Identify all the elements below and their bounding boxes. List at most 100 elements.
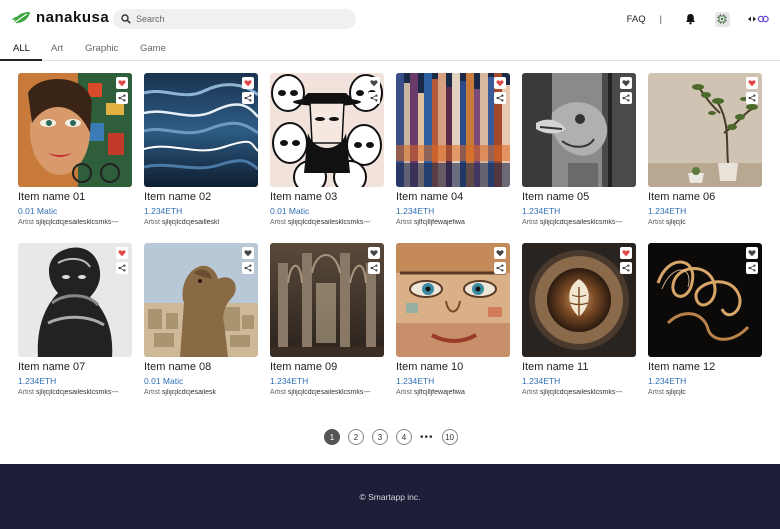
like-icon[interactable] xyxy=(242,77,254,89)
like-icon[interactable] xyxy=(368,247,380,259)
artist-name[interactable]: sjlijcjlcdcjesailesk xyxy=(162,389,216,396)
item-name[interactable]: Item name 08 xyxy=(144,361,211,373)
share-icon[interactable] xyxy=(242,262,254,274)
like-icon[interactable] xyxy=(494,247,506,259)
wallet-link-icon[interactable] xyxy=(746,9,770,29)
tab-all[interactable]: ALL xyxy=(13,43,30,54)
item-thumbnail[interactable] xyxy=(522,243,636,357)
bell-icon[interactable] xyxy=(680,9,700,29)
tab-game[interactable]: Game xyxy=(140,43,166,54)
item-name[interactable]: Item name 03 xyxy=(270,191,337,203)
item-card[interactable]: Item name 08 0.01 Matic Artist sjlijcjlc… xyxy=(144,243,258,413)
item-artist: Artist sjlijcjlcdcjesailesklcsmks--- xyxy=(270,219,388,226)
item-thumbnail[interactable] xyxy=(648,73,762,187)
item-name[interactable]: Item name 05 xyxy=(522,191,589,203)
artist-name[interactable]: sjlijcjlc xyxy=(666,219,686,226)
search-input[interactable] xyxy=(136,14,336,24)
item-name[interactable]: Item name 01 xyxy=(18,191,85,203)
like-icon[interactable] xyxy=(746,77,758,89)
like-icon[interactable] xyxy=(620,247,632,259)
item-card[interactable]: Item name 09 1.234ETH Artist sjlijcjlcdc… xyxy=(270,243,384,413)
page-button-4[interactable]: 4 xyxy=(396,429,412,445)
chip-icon[interactable] xyxy=(712,9,732,29)
item-card[interactable]: Item name 11 1.234ETH Artist sjlijcjlcdc… xyxy=(522,243,636,413)
share-icon[interactable] xyxy=(368,262,380,274)
artist-label: Artist xyxy=(396,389,412,396)
item-card[interactable]: Item name 05 1.234ETH Artist sjlijcjlcdc… xyxy=(522,73,636,243)
share-icon[interactable] xyxy=(368,92,380,104)
item-name[interactable]: Item name 09 xyxy=(270,361,337,373)
artist-name[interactable]: sjlijcjlcdcjesailesklcsmks--- xyxy=(540,389,622,396)
item-thumbnail[interactable] xyxy=(144,243,258,357)
item-thumbnail[interactable] xyxy=(270,243,384,357)
page-button-2[interactable]: 2 xyxy=(348,429,364,445)
item-price: 0.01 Matic xyxy=(270,206,310,216)
page-button-1[interactable]: 1 xyxy=(324,429,340,445)
item-name[interactable]: Item name 07 xyxy=(18,361,85,373)
share-icon[interactable] xyxy=(242,92,254,104)
item-thumbnail[interactable] xyxy=(144,73,258,187)
item-card[interactable]: Item name 07 1.234ETH Artist sjlijcjlcdc… xyxy=(18,243,132,413)
like-icon[interactable] xyxy=(494,77,506,89)
share-icon[interactable] xyxy=(746,262,758,274)
item-thumbnail[interactable] xyxy=(18,243,132,357)
item-name[interactable]: Item name 11 xyxy=(522,361,588,373)
artist-name[interactable]: sjlijcjlcdcjesailesklcsmks--- xyxy=(540,219,622,226)
item-thumbnail[interactable] xyxy=(396,73,510,187)
share-icon[interactable] xyxy=(116,92,128,104)
artist-name[interactable]: sjlijcjlcdcjesailesklcsmks--- xyxy=(288,219,370,226)
faq-link[interactable]: FAQ xyxy=(627,14,646,25)
artist-name[interactable]: sjlijcjlcdcjesailesklcsmks--- xyxy=(288,389,370,396)
artist-name[interactable]: sjlijcjlcdcjesailleskl xyxy=(162,219,219,226)
item-card[interactable]: Item name 01 0.01 Matic Artist sjlijcjlc… xyxy=(18,73,132,243)
item-name[interactable]: Item name 06 xyxy=(648,191,715,203)
item-name[interactable]: Item name 12 xyxy=(648,361,715,373)
like-icon[interactable] xyxy=(116,77,128,89)
item-name[interactable]: Item name 04 xyxy=(396,191,463,203)
artist-name[interactable]: sjlfcjlljfewajefiwa xyxy=(414,219,465,226)
artist-name[interactable]: sjlijcjlcdcjesailesklcsmks--- xyxy=(36,219,118,226)
item-thumbnail[interactable] xyxy=(18,73,132,187)
artist-label: Artist xyxy=(18,219,34,226)
item-card[interactable]: Item name 04 1.234ETH Artist sjlfcjlljfe… xyxy=(396,73,510,243)
artist-label: Artist xyxy=(396,219,412,226)
share-icon[interactable] xyxy=(620,262,632,274)
like-icon[interactable] xyxy=(620,77,632,89)
item-price: 1.234ETH xyxy=(396,206,435,216)
tab-art[interactable]: Art xyxy=(51,43,63,54)
brand-logo[interactable]: nanakusa xyxy=(12,9,109,26)
item-card[interactable]: Item name 12 1.234ETH Artist sjlijcjlc xyxy=(648,243,762,413)
artist-name[interactable]: sjlijcjlcdcjesailesklcsmks--- xyxy=(36,389,118,396)
like-icon[interactable] xyxy=(116,247,128,259)
item-price: 1.234ETH xyxy=(18,376,57,386)
share-icon[interactable] xyxy=(494,262,506,274)
pagination: 1 2 3 4 ••• 10 xyxy=(324,429,466,445)
artist-name[interactable]: sjlfcjlljfewajefiwa xyxy=(414,389,465,396)
item-name[interactable]: Item name 02 xyxy=(144,191,211,203)
share-icon[interactable] xyxy=(620,92,632,104)
item-card[interactable]: Item name 06 1.234ETH Artist sjlijcjlc xyxy=(648,73,762,243)
share-icon[interactable] xyxy=(116,262,128,274)
item-grid: Item name 01 0.01 Matic Artist sjlijcjlc… xyxy=(18,73,762,413)
item-thumbnail[interactable] xyxy=(522,73,636,187)
like-icon[interactable] xyxy=(746,247,758,259)
like-icon[interactable] xyxy=(242,247,254,259)
page-button-3[interactable]: 3 xyxy=(372,429,388,445)
item-thumbnail[interactable] xyxy=(270,73,384,187)
item-name[interactable]: Item name 10 xyxy=(396,361,463,373)
item-card[interactable]: Item name 10 1.234ETH Artist sjlfcjlljfe… xyxy=(396,243,510,413)
share-icon[interactable] xyxy=(746,92,758,104)
item-artist: Artist sjlijcjlcdcjesailesklcsmks--- xyxy=(18,219,136,226)
search-bar[interactable] xyxy=(113,9,356,29)
tab-graphic[interactable]: Graphic xyxy=(85,43,118,54)
item-card[interactable]: Item name 02 1.234ETH Artist sjlijcjlcdc… xyxy=(144,73,258,243)
artist-name[interactable]: sjlijcjlc xyxy=(666,389,686,396)
page-button-last[interactable]: 10 xyxy=(441,429,458,445)
like-icon[interactable] xyxy=(368,77,380,89)
artist-label: Artist xyxy=(522,389,538,396)
copyright-text: © Smartapp inc. xyxy=(359,491,421,502)
item-thumbnail[interactable] xyxy=(648,243,762,357)
item-card[interactable]: Item name 03 0.01 Matic Artist sjlijcjlc… xyxy=(270,73,384,243)
share-icon[interactable] xyxy=(494,92,506,104)
item-thumbnail[interactable] xyxy=(396,243,510,357)
